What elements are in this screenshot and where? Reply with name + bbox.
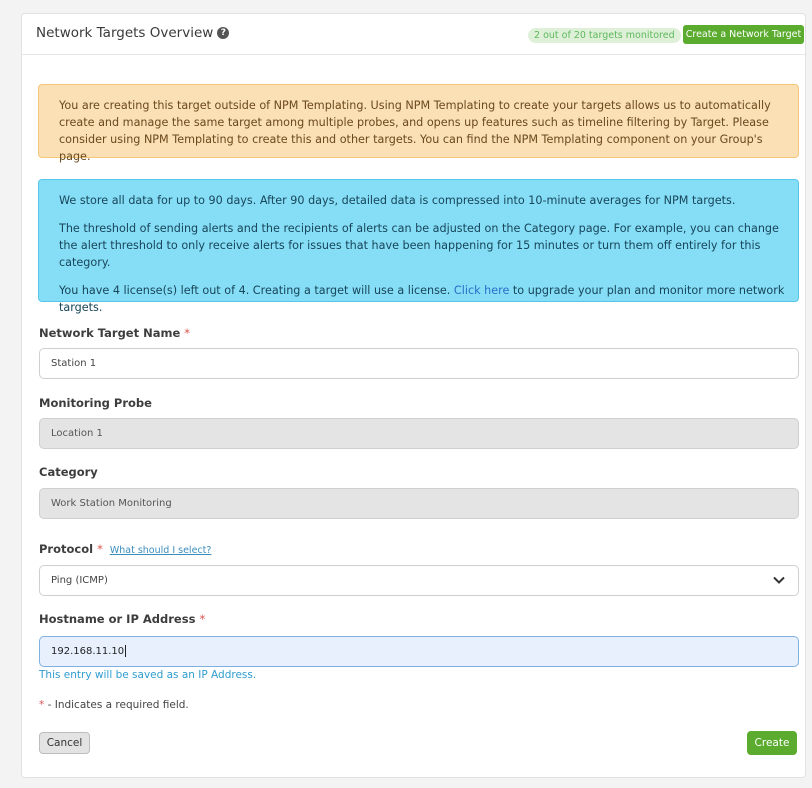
required-asterisk: * [184, 326, 191, 340]
targets-monitored-badge: 2 out of 20 targets monitored [528, 28, 681, 43]
info-license-text: You have 4 license(s) left out of 4. Cre… [59, 284, 451, 297]
page-title-text: Network Targets Overview [36, 25, 214, 41]
info-license-paragraph: You have 4 license(s) left out of 4. Cre… [59, 282, 786, 316]
info-threshold-text: The threshold of sending alerts and the … [59, 222, 779, 269]
name-label-text: Network Target Name [39, 326, 181, 340]
required-note-text: - Indicates a required field. [47, 699, 189, 711]
data-retention-info-alert: We store all data for up to 90 days. Aft… [38, 179, 799, 314]
create-button[interactable]: Create [747, 731, 797, 755]
monitoring-probe-label: Monitoring Probe [39, 396, 152, 410]
panel-header: Network Targets Overview ? 2 out of 20 t… [22, 14, 805, 55]
network-target-name-input[interactable]: Station 1 [39, 348, 799, 379]
cancel-button[interactable]: Cancel [39, 732, 90, 754]
protocol-selected-value: Ping (ICMP) [51, 575, 108, 586]
network-target-panel: Network Targets Overview ? 2 out of 20 t… [21, 13, 806, 778]
protocol-help-link[interactable]: What should I select? [110, 545, 212, 556]
chevron-down-icon [773, 576, 785, 584]
required-asterisk: * [39, 699, 45, 711]
info-retention-text: We store all data for up to 90 days. Aft… [59, 194, 736, 207]
warning-text: You are creating this target outside of … [59, 99, 771, 163]
required-asterisk: * [97, 542, 103, 556]
protocol-label-text: Protocol [39, 542, 94, 556]
protocol-select[interactable]: Ping (ICMP) [39, 565, 799, 596]
page-title: Network Targets Overview ? [36, 25, 230, 41]
ip-address-hint: This entry will be saved as an IP Addres… [39, 669, 257, 681]
category-label: Category [39, 465, 98, 479]
protocol-label: Protocol * What should I select? [39, 542, 211, 556]
create-network-target-button[interactable]: Create a Network Target [683, 25, 804, 44]
upgrade-plan-link[interactable]: Click here [454, 284, 509, 297]
required-field-note: * - Indicates a required field. [39, 699, 189, 711]
hostname-label-text: Hostname or IP Address [39, 612, 196, 626]
question-circle-icon[interactable]: ? [217, 27, 230, 39]
templating-warning-alert: You are creating this target outside of … [38, 84, 799, 163]
monitoring-probe-field: Location 1 [39, 418, 799, 449]
category-field: Work Station Monitoring [39, 488, 799, 519]
text-cursor [125, 645, 127, 657]
hostname-value: 192.168.11.10 [51, 646, 125, 657]
hostname-label: Hostname or IP Address * [39, 612, 205, 626]
required-asterisk: * [199, 612, 206, 626]
hostname-input[interactable]: 192.168.11.10 [39, 636, 799, 667]
network-target-name-label: Network Target Name * [39, 326, 190, 340]
